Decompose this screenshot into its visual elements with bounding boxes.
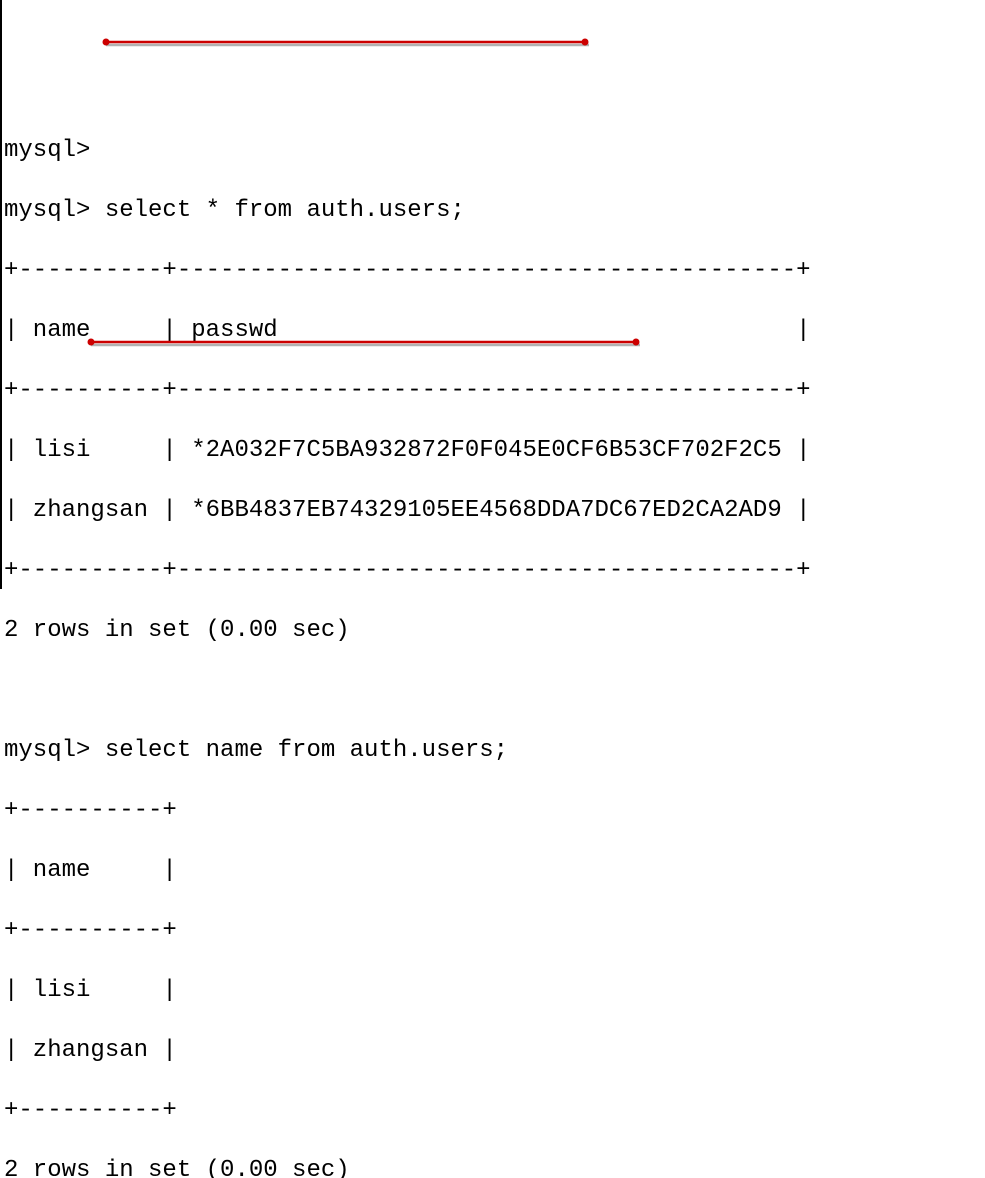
query2-command-line[interactable]: mysql> select name from auth.users; <box>4 736 983 766</box>
query1-status: 2 rows in set (0.00 sec) <box>4 616 983 646</box>
table1-border-mid: +----------+----------------------------… <box>4 376 983 406</box>
query2-status: 2 rows in set (0.00 sec) <box>4 1156 983 1178</box>
table1-border-top: +----------+----------------------------… <box>4 256 983 286</box>
query1-command-line[interactable]: mysql> select * from auth.users; <box>4 196 983 226</box>
table1-border-bottom: +----------+----------------------------… <box>4 556 983 586</box>
table1-row-2: | zhangsan | *6BB4837EB74329105EE4568DDA… <box>4 496 983 526</box>
table2-row-1: | lisi | <box>4 976 983 1006</box>
table2-header: | name | <box>4 856 983 886</box>
prompt-fragment: mysql> <box>4 136 983 166</box>
table2-border-top: +----------+ <box>4 796 983 826</box>
table2-border-bottom: +----------+ <box>4 1096 983 1126</box>
table2-row-2: | zhangsan | <box>4 1036 983 1066</box>
table1-header: | name | passwd | <box>4 316 983 346</box>
underline-annotation-1 <box>102 38 602 50</box>
blank-line <box>4 676 983 706</box>
terminal-output: mysql> mysql> select * from auth.users; … <box>2 120 985 1178</box>
table2-border-mid: +----------+ <box>4 916 983 946</box>
table1-row-1: | lisi | *2A032F7C5BA932872F0F045E0CF6B5… <box>4 436 983 466</box>
